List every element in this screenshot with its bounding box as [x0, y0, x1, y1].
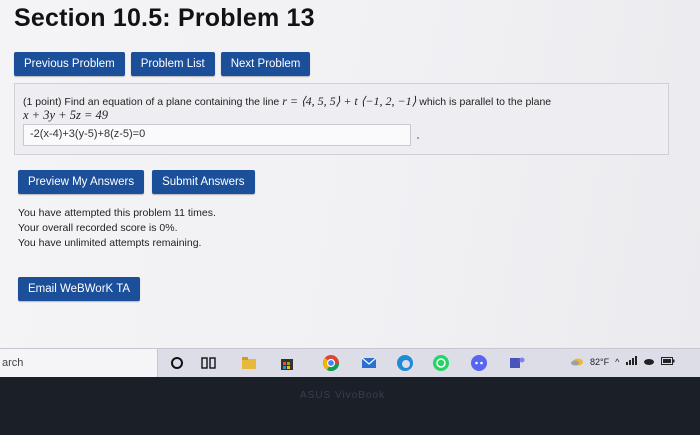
- network-icon[interactable]: [625, 356, 638, 368]
- taskbar-search-box[interactable]: arch: [0, 349, 158, 377]
- cortana-icon[interactable]: [168, 354, 186, 372]
- answer-actions: Preview My Answers Submit Answers: [18, 170, 255, 194]
- battery-icon[interactable]: [661, 357, 675, 367]
- email-section: Email WeBWorK TA: [18, 277, 141, 301]
- problem-statement: (1 point) Find an equation of a plane co…: [23, 94, 551, 109]
- line-equation: r = ⟨4, 5, 5⟩ + t ⟨−1, 2, −1⟩: [282, 94, 417, 108]
- weather-icon[interactable]: [570, 356, 584, 368]
- previous-problem-button[interactable]: Previous Problem: [14, 52, 125, 76]
- problem-intro: (1 point) Find an equation of a plane co…: [23, 96, 283, 108]
- edge-icon[interactable]: [396, 354, 414, 372]
- next-problem-button[interactable]: Next Problem: [220, 52, 311, 76]
- plane-equation: x + 3y + 5z = 49: [23, 108, 109, 122]
- windows-taskbar: arch 82°F ^: [0, 348, 700, 377]
- taskbar-search-text: arch: [2, 357, 24, 369]
- submit-answers-button[interactable]: Submit Answers: [152, 170, 255, 194]
- whatsapp-icon[interactable]: [432, 354, 450, 372]
- laptop-bezel-brand: ASUS VivoBook: [300, 390, 386, 401]
- answer-input[interactable]: -2(x-4)+3(y-5)+8(z-5)=0: [23, 124, 411, 146]
- score-message: Your overall recorded score is 0%.: [18, 222, 178, 234]
- discord-icon[interactable]: [470, 354, 488, 372]
- teams-icon[interactable]: [508, 354, 526, 372]
- email-ta-button[interactable]: Email WeBWorK TA: [18, 277, 141, 301]
- task-view-icon[interactable]: [200, 354, 218, 372]
- system-tray: 82°F ^: [570, 356, 675, 368]
- attempts-message: You have attempted this problem 11 times…: [18, 207, 216, 219]
- chrome-icon[interactable]: [322, 354, 340, 372]
- problem-tail: which is parallel to the plane: [416, 96, 552, 108]
- problem-list-button[interactable]: Problem List: [130, 52, 215, 76]
- attempt-messages: You have attempted this problem 11 times…: [18, 206, 216, 251]
- store-icon[interactable]: [278, 354, 296, 372]
- file-explorer-icon[interactable]: [240, 354, 258, 372]
- cloud-icon[interactable]: [643, 357, 655, 367]
- problem-box: (1 point) Find an equation of a plane co…: [14, 83, 669, 155]
- problem-navigation: Previous Problem Problem List Next Probl…: [14, 52, 311, 76]
- preview-answers-button[interactable]: Preview My Answers: [18, 170, 145, 194]
- chevron-up-icon[interactable]: ^: [615, 357, 619, 367]
- answer-status-dot: [417, 137, 419, 139]
- page-title: Section 10.5: Problem 13: [14, 4, 315, 32]
- temperature-readout[interactable]: 82°F: [590, 357, 609, 367]
- remaining-message: You have unlimited attempts remaining.: [18, 237, 202, 249]
- webwork-page: Section 10.5: Problem 13 Previous Proble…: [0, 0, 700, 348]
- mail-icon[interactable]: [360, 354, 378, 372]
